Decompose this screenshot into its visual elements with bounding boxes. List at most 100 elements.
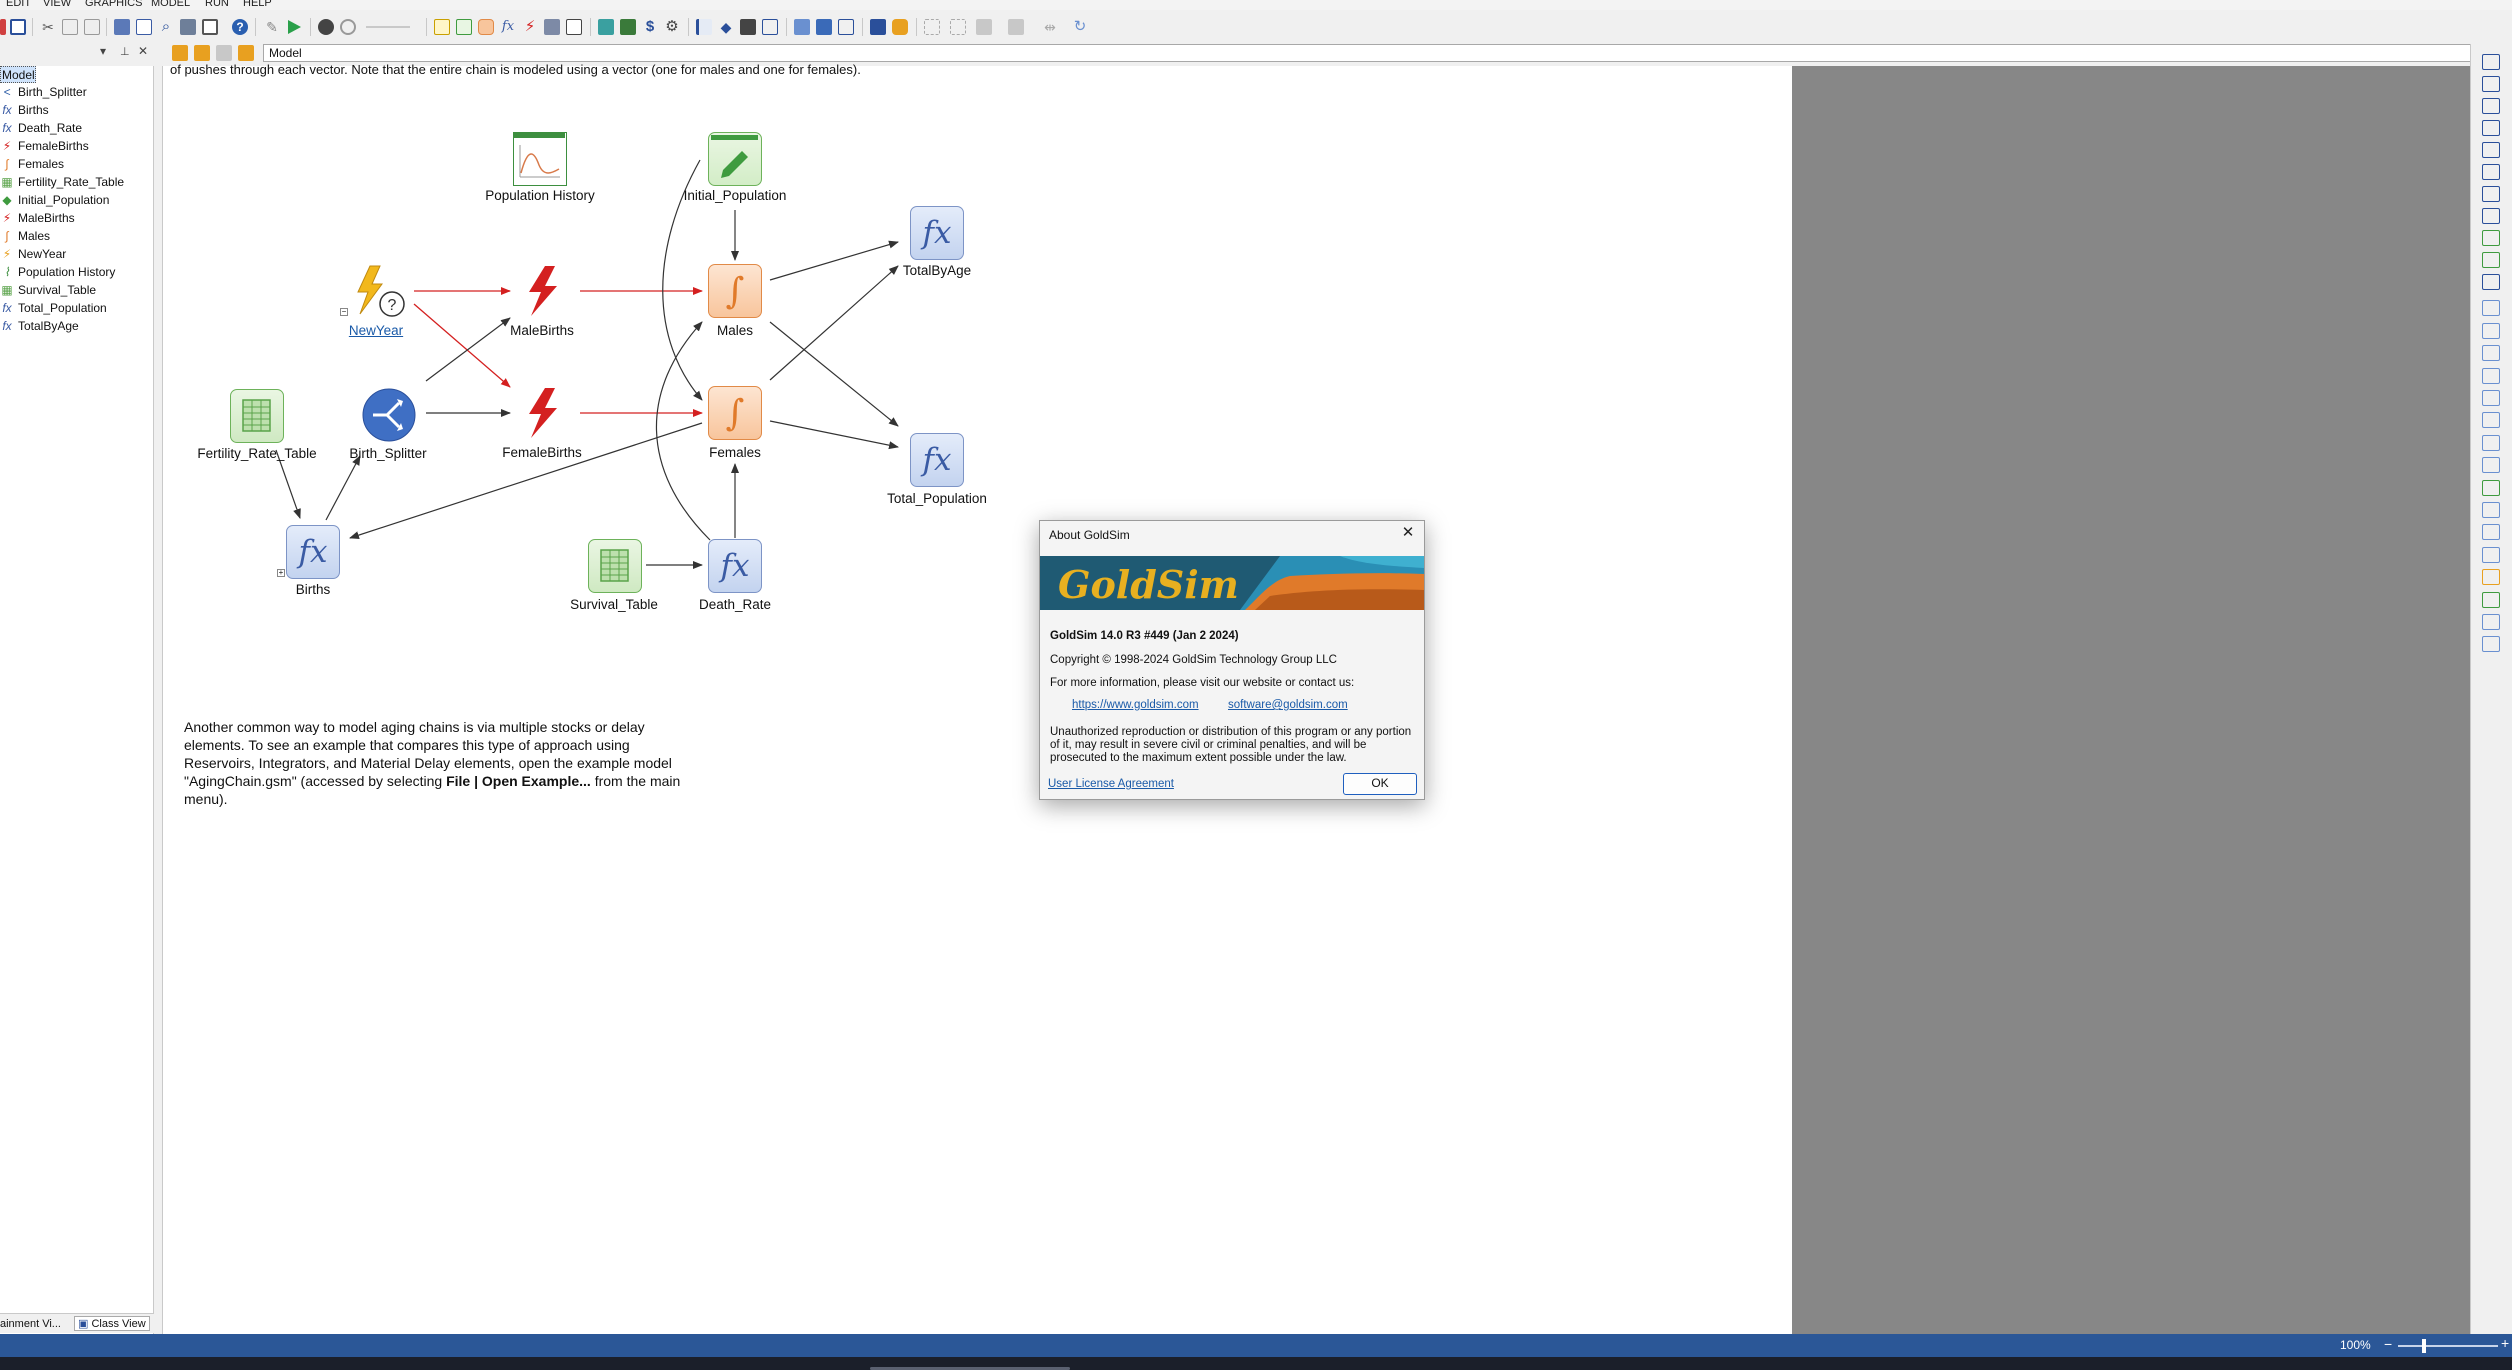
- tree-item[interactable]: fx TotalByAge: [0, 318, 152, 335]
- population-history-node[interactable]: [513, 132, 567, 186]
- list-icon[interactable]: [696, 19, 712, 35]
- globe-tool-icon[interactable]: [2482, 274, 2500, 290]
- tag-icon[interactable]: ◆: [718, 19, 734, 35]
- function-element-icon[interactable]: fx: [500, 19, 516, 35]
- display-control-icon[interactable]: [2482, 614, 2500, 630]
- tree-item[interactable]: ▦ Fertility_Rate_Table: [0, 174, 152, 191]
- grid-control-icon[interactable]: [2482, 434, 2500, 451]
- chart-icon[interactable]: [838, 19, 854, 35]
- tree-item[interactable]: ◆ Initial_Population: [0, 192, 152, 209]
- tab-containment-view[interactable]: ainment Vi...: [0, 1318, 61, 1330]
- tree-icon[interactable]: [816, 19, 832, 35]
- order-icon[interactable]: [976, 19, 992, 35]
- dashboard-icon[interactable]: [892, 19, 908, 35]
- curve-tool-icon[interactable]: [2482, 142, 2500, 158]
- text-tool-icon[interactable]: [2482, 208, 2500, 224]
- email-link[interactable]: software@goldsim.com: [1228, 699, 1348, 711]
- tab-class-view[interactable]: ▣ Class View: [74, 1316, 150, 1331]
- connector-tool-icon[interactable]: [2482, 76, 2500, 92]
- slider-control-icon[interactable]: [2482, 457, 2500, 474]
- pin-icon[interactable]: ⊥: [120, 45, 130, 58]
- menu-run[interactable]: RUN: [205, 0, 229, 9]
- tree-item[interactable]: < Birth_Splitter: [0, 84, 152, 101]
- folder-icon[interactable]: [194, 45, 210, 61]
- run-icon[interactable]: [288, 20, 301, 34]
- lightbulb-control-icon[interactable]: [2482, 569, 2500, 586]
- lock-icon[interactable]: [740, 19, 756, 35]
- result-control-icon[interactable]: [2482, 546, 2500, 563]
- zoom-slider[interactable]: [2398, 1345, 2498, 1347]
- tree-item[interactable]: ∫ Females: [0, 156, 152, 173]
- newyear-label[interactable]: NewYear: [349, 323, 403, 338]
- reset-icon[interactable]: [318, 19, 334, 35]
- menu-graphics[interactable]: GRAPHICS: [85, 0, 142, 9]
- line-tool-icon[interactable]: [2482, 54, 2500, 70]
- stock-element-icon[interactable]: [478, 19, 494, 35]
- gauge-control-icon[interactable]: [2482, 345, 2500, 362]
- list-control-icon[interactable]: [2482, 367, 2500, 384]
- menu-edit[interactable]: EDIT: [6, 0, 31, 9]
- zoom-slider-thumb[interactable]: [2422, 1339, 2426, 1353]
- link-tool-icon[interactable]: [2482, 252, 2500, 268]
- menu-model[interactable]: MODEL: [151, 0, 190, 9]
- dropdown-icon[interactable]: ▾: [100, 44, 106, 58]
- zoom-in-button[interactable]: +: [2501, 1335, 2509, 1351]
- data-element-icon[interactable]: [456, 19, 472, 35]
- image-tool-icon[interactable]: [2482, 230, 2500, 246]
- fertility-rate-table-node[interactable]: [230, 389, 284, 443]
- tree-root-model[interactable]: Model: [0, 66, 36, 83]
- distribute-icon[interactable]: ⇹: [1042, 19, 1058, 35]
- close-panel-icon[interactable]: ✕: [138, 44, 148, 58]
- tree-item[interactable]: fx Births: [0, 102, 152, 119]
- canvas-text-box[interactable]: Another common way to model aging chains…: [184, 718, 704, 808]
- paste-icon[interactable]: [84, 19, 100, 35]
- males-node[interactable]: ∫: [708, 264, 762, 318]
- result-icon[interactable]: [598, 19, 614, 35]
- edit-mode-icon[interactable]: ✎: [264, 19, 280, 35]
- import-icon[interactable]: [870, 19, 886, 35]
- total-population-node[interactable]: fx: [910, 433, 964, 487]
- path-bar[interactable]: Model: [263, 44, 2481, 62]
- rectangle-tool-icon[interactable]: [2482, 120, 2500, 136]
- bar-control-icon[interactable]: [2482, 591, 2500, 608]
- totalbyage-node[interactable]: fx: [910, 206, 964, 260]
- ungroup-icon[interactable]: [950, 19, 966, 35]
- find-icon[interactable]: ⌕: [158, 19, 174, 35]
- newyear-node[interactable]: ?: [350, 264, 410, 318]
- tree-item[interactable]: ⚡ FemaleBirths: [0, 138, 152, 155]
- back-icon[interactable]: [216, 45, 232, 61]
- event-element-icon[interactable]: ⚡: [522, 19, 538, 35]
- model-canvas[interactable]: [162, 66, 1792, 1334]
- align-icon[interactable]: [794, 19, 810, 35]
- menu-view[interactable]: VIEW: [43, 0, 71, 9]
- menu-help[interactable]: HELP: [243, 0, 272, 9]
- collapse-toggle-icon[interactable]: −: [340, 308, 348, 316]
- rotate-icon[interactable]: ↻: [1072, 19, 1088, 35]
- tree-item[interactable]: ∫ Males: [0, 228, 152, 245]
- button-control-icon[interactable]: [2482, 322, 2500, 339]
- ellipse-tool-icon[interactable]: [2482, 186, 2500, 202]
- pause-icon[interactable]: [340, 19, 356, 35]
- cut-icon[interactable]: ✂: [40, 19, 56, 35]
- tree-item[interactable]: ▦ Survival_Table: [0, 282, 152, 299]
- delay-element-icon[interactable]: [544, 19, 560, 35]
- polyline-tool-icon[interactable]: [2482, 98, 2500, 114]
- toolbar-edge-icon[interactable]: [0, 19, 6, 35]
- settings-icon[interactable]: ⚙: [664, 19, 680, 35]
- folder-up-icon[interactable]: [172, 45, 188, 61]
- femalebirths-node[interactable]: [515, 386, 569, 440]
- license-agreement-link[interactable]: User License Agreement: [1048, 778, 1174, 790]
- screenshot-icon[interactable]: [202, 19, 218, 35]
- financial-icon[interactable]: [620, 19, 636, 35]
- spreadsheet-control-icon[interactable]: [2482, 502, 2500, 518]
- input-control-icon[interactable]: [2482, 390, 2500, 406]
- expand-toggle-icon[interactable]: +: [277, 569, 285, 577]
- checkbox-control-icon[interactable]: [2482, 479, 2500, 496]
- females-node[interactable]: ∫: [708, 386, 762, 440]
- number-control-icon[interactable]: [2482, 524, 2500, 541]
- tree-item[interactable]: fx Death_Rate: [0, 120, 152, 137]
- filter-icon[interactable]: [180, 19, 196, 35]
- save-icon[interactable]: [10, 19, 26, 35]
- note-icon[interactable]: [136, 19, 152, 35]
- table-control-icon[interactable]: [2482, 412, 2500, 429]
